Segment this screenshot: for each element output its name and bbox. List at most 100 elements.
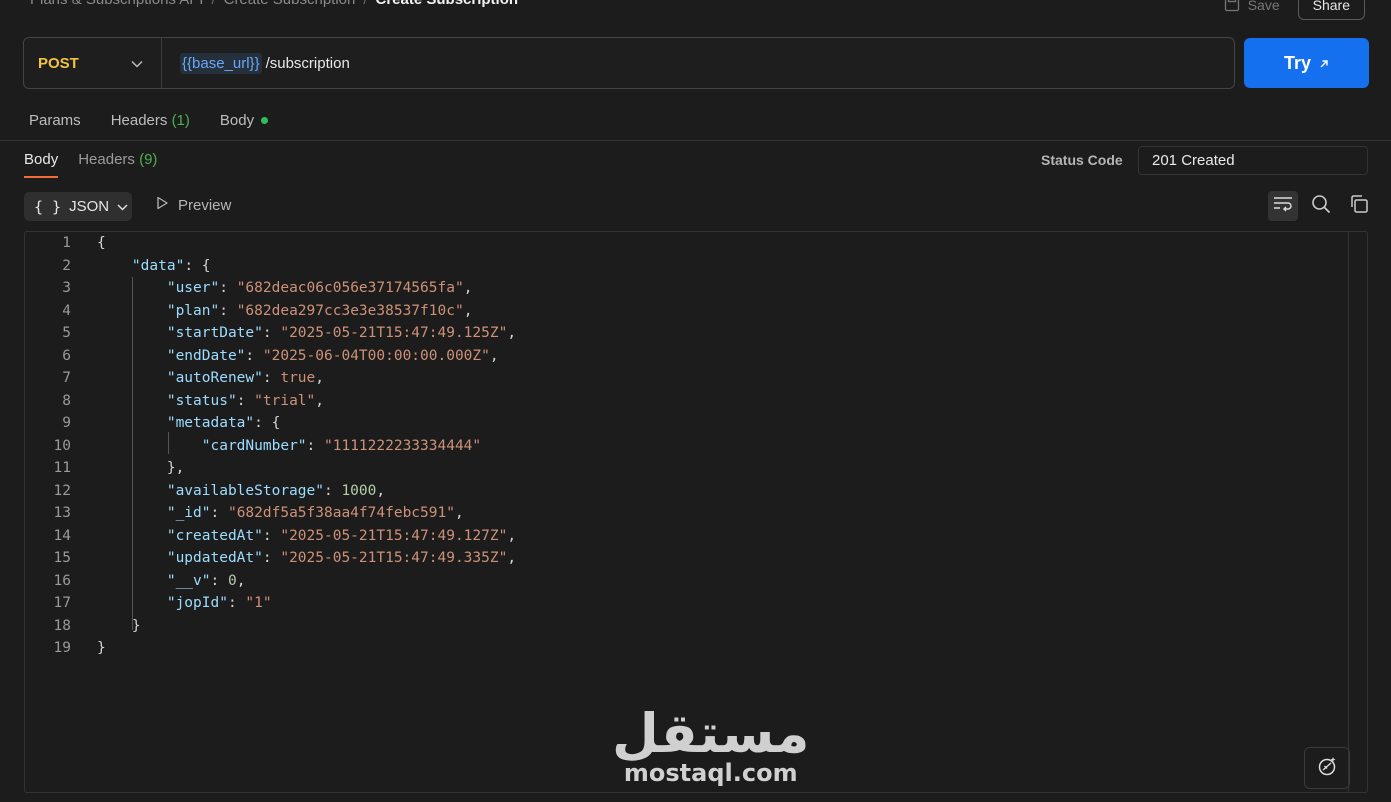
json-key: "availableStorage" <box>166 482 324 499</box>
json-key: "__v" <box>166 572 211 589</box>
json-value: "682df5a5f38aa4f74febc591" <box>227 505 455 521</box>
json-key: "autoRenew" <box>166 370 263 386</box>
url-variable[interactable]: {{base_url}} <box>180 52 262 74</box>
json-value: "1111222233334444" <box>324 437 482 454</box>
tab-headers[interactable]: Headers (1) <box>111 112 190 129</box>
preview-label: Preview <box>178 196 232 214</box>
json-value: "2025-05-21T15:47:49.127Z" <box>280 527 508 544</box>
json-value: 1000 <box>341 482 377 499</box>
breadcrumb: Plans & Subscriptions API / Create Subscri… <box>30 0 518 11</box>
response-tabs: Body Headers (9) <box>24 151 157 178</box>
line-number: 10 <box>53 437 71 454</box>
watermark-latin: mostaql.com <box>623 759 798 787</box>
json-value: "2025-06-04T00:00:00.000Z" <box>262 347 490 364</box>
tab-count: (9) <box>139 151 158 168</box>
line-number: 2 <box>62 257 71 274</box>
tab-response-body[interactable]: Body <box>24 151 59 178</box>
json-value: "682dea297cc3e3e38537f10c" <box>236 302 464 319</box>
try-label: Try <box>1283 52 1312 73</box>
line-number: 12 <box>53 482 71 499</box>
ai-assist-icon <box>1316 755 1338 781</box>
json-key: "endDate" <box>166 347 246 364</box>
url-path: /subscription <box>265 54 350 72</box>
save-label: Save <box>1247 0 1280 13</box>
breadcrumb-item[interactable]: Create Subscription <box>224 0 356 8</box>
tab-count: (1) <box>171 112 190 129</box>
line-number: 16 <box>53 572 71 589</box>
wrap-lines-button[interactable] <box>1268 191 1298 221</box>
save-button[interactable]: Save <box>1224 0 1280 15</box>
line-number: 4 <box>62 302 71 319</box>
search-icon <box>1311 194 1331 218</box>
line-number: 18 <box>53 617 71 634</box>
try-button[interactable]: Try <box>1244 38 1369 88</box>
tab-body[interactable]: Body <box>219 112 269 129</box>
share-button[interactable]: Share <box>1297 0 1365 20</box>
top-actions: Save Share <box>1224 0 1365 20</box>
line-number: 15 <box>53 550 71 566</box>
status-code-value: 201 Created <box>1138 146 1368 175</box>
method-label: POST <box>38 54 79 72</box>
copy-icon <box>1349 194 1369 218</box>
wrap-lines-icon <box>1273 196 1293 216</box>
response-toolbar <box>1268 191 1374 221</box>
json-key: "createdAt" <box>166 527 263 544</box>
url-input[interactable]: {{base_url}} /subscription <box>162 52 350 74</box>
json-key: "user" <box>166 280 220 296</box>
preview-button[interactable]: Preview <box>155 196 231 214</box>
tab-params[interactable]: Params <box>29 112 81 129</box>
tab-label: Body <box>24 151 59 168</box>
tab-label: Params <box>29 112 81 129</box>
breadcrumb-item[interactable]: Plans & Subscriptions API <box>30 0 203 8</box>
tab-label: Headers <box>110 112 168 129</box>
line-number: 17 <box>53 595 71 611</box>
line-number: 6 <box>62 347 71 364</box>
method-select[interactable]: POST <box>24 38 162 88</box>
json-key: "_id" <box>166 505 211 521</box>
watermark-arabic: مستقل <box>612 702 810 765</box>
json-key: "status" <box>166 392 237 409</box>
line-number: 7 <box>62 370 71 386</box>
format-label: JSON <box>69 198 110 215</box>
json-key: "jopId" <box>166 595 228 611</box>
play-icon <box>155 196 169 214</box>
json-key: "cardNumber" <box>201 437 307 454</box>
json-value: "2025-05-21T15:47:49.335Z" <box>280 550 508 566</box>
line-number: 8 <box>62 392 71 409</box>
watermark-logo: مستقل mostaql.com <box>612 702 810 788</box>
braces-icon: { } <box>34 197 62 216</box>
breadcrumb-separator: / <box>363 0 367 8</box>
tab-response-headers[interactable]: Headers (9) <box>78 151 157 168</box>
ai-assist-button[interactable] <box>1304 747 1350 789</box>
line-number: 1 <box>62 235 71 251</box>
scrollbar[interactable] <box>1348 232 1367 792</box>
json-key: "metadata" <box>166 415 255 431</box>
tab-label: Headers <box>78 151 135 168</box>
line-number: 11 <box>53 460 71 476</box>
tab-label: Body <box>219 112 255 129</box>
json-key: "data" <box>131 257 185 274</box>
status-code-label: Status Code <box>1041 152 1123 168</box>
json-key: "updatedAt" <box>166 550 263 566</box>
format-select[interactable]: { } JSON <box>24 192 132 221</box>
line-number: 13 <box>53 505 71 521</box>
request-bar: POST {{base_url}} /subscription <box>23 37 1235 89</box>
line-number: 19 <box>53 640 71 656</box>
save-icon <box>1224 0 1240 15</box>
chevron-down-icon <box>117 198 128 215</box>
chevron-down-icon <box>131 55 143 72</box>
json-key: "startDate" <box>166 325 263 341</box>
json-value: "1" <box>245 595 272 611</box>
search-button[interactable] <box>1306 191 1336 221</box>
line-number: 5 <box>62 325 71 341</box>
line-number: 9 <box>62 415 71 431</box>
line-number: 3 <box>62 280 71 296</box>
request-tabs: Params Headers (1) Body <box>29 112 269 129</box>
breadcrumb-current: Create Subscription <box>376 0 519 8</box>
json-value: "trial" <box>254 392 316 409</box>
json-value: 0 <box>227 572 237 589</box>
divider <box>0 140 1391 141</box>
external-arrow-icon <box>1319 53 1329 74</box>
json-value: "682deac06c056e37174565fa" <box>236 280 464 296</box>
copy-button[interactable] <box>1344 191 1374 221</box>
